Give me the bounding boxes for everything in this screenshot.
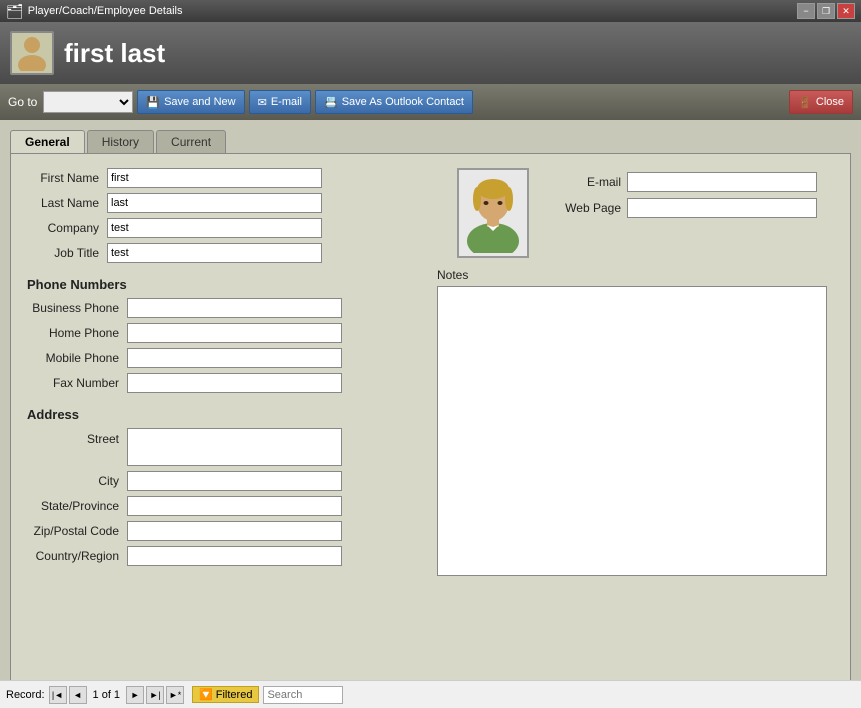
country-row: Country/Region — [27, 546, 427, 566]
home-phone-input[interactable] — [127, 323, 342, 343]
toolbar: Go to 💾 Save and New ✉ E-mail 📇 Save As … — [0, 84, 861, 120]
country-label: Country/Region — [27, 549, 127, 563]
country-input[interactable] — [127, 546, 342, 566]
close-button[interactable]: 🚪 Close — [789, 90, 853, 114]
zip-row: Zip/Postal Code — [27, 521, 427, 541]
new-record-button[interactable]: ►* — [166, 686, 184, 704]
right-column: E-mail Web Page Notes — [427, 168, 834, 579]
tab-bar: General History Current — [10, 130, 851, 153]
street-label: Street — [27, 428, 127, 446]
web-page-row: Web Page — [557, 198, 817, 218]
avatar-image — [463, 173, 523, 253]
main-content: General History Current First Name Last … — [0, 120, 861, 700]
filter-icon: 🔽 — [199, 688, 213, 701]
outlook-icon: 📇 — [324, 96, 338, 109]
close-label: Close — [816, 96, 844, 108]
email-label: E-mail — [557, 175, 627, 189]
header-icon — [10, 31, 54, 75]
first-record-button[interactable]: |◄ — [49, 686, 67, 704]
street-input[interactable] — [127, 428, 342, 466]
prev-record-button[interactable]: ◄ — [69, 686, 87, 704]
business-phone-row: Business Phone — [27, 298, 427, 318]
filtered-label: Filtered — [216, 689, 253, 701]
mobile-phone-input[interactable] — [127, 348, 342, 368]
phone-numbers-header: Phone Numbers — [27, 277, 427, 292]
next-record-button[interactable]: ► — [126, 686, 144, 704]
state-row: State/Province — [27, 496, 427, 516]
job-title-row: Job Title — [27, 243, 427, 263]
save-new-button[interactable]: 💾 Save and New — [137, 90, 244, 114]
last-name-label: Last Name — [27, 196, 107, 210]
mobile-phone-label: Mobile Phone — [27, 351, 127, 365]
fax-number-label: Fax Number — [27, 376, 127, 390]
email-icon: ✉ — [258, 96, 267, 109]
header-bar: first last — [0, 22, 861, 84]
email-input[interactable] — [627, 172, 817, 192]
photo-box — [457, 168, 529, 258]
fax-number-input[interactable] — [127, 373, 342, 393]
email-label: E-mail — [271, 96, 302, 108]
email-row: E-mail — [557, 172, 817, 192]
state-input[interactable] — [127, 496, 342, 516]
tab-current[interactable]: Current — [156, 130, 226, 153]
title-bar: 🗂 Player/Coach/Employee Details − ❐ ✕ — [0, 0, 861, 22]
last-name-row: Last Name — [27, 193, 427, 213]
restore-button[interactable]: ❐ — [817, 3, 835, 19]
record-of: 1 of 1 — [93, 689, 121, 701]
form-panel: First Name Last Name Company Job Title P… — [10, 153, 851, 683]
address-header: Address — [27, 407, 427, 422]
close-window-button[interactable]: ✕ — [837, 3, 855, 19]
title-text: Player/Coach/Employee Details — [28, 5, 183, 17]
mobile-phone-row: Mobile Phone — [27, 348, 427, 368]
fax-number-row: Fax Number — [27, 373, 427, 393]
company-label: Company — [27, 221, 107, 235]
window-controls: − ❐ ✕ — [797, 3, 855, 19]
business-phone-input[interactable] — [127, 298, 342, 318]
goto-label: Go to — [8, 95, 37, 109]
email-button[interactable]: ✉ E-mail — [249, 90, 311, 114]
header-name: first last — [64, 38, 165, 69]
state-label: State/Province — [27, 499, 127, 513]
street-row: Street — [27, 428, 427, 466]
company-row: Company — [27, 218, 427, 238]
minimize-button[interactable]: − — [797, 3, 815, 19]
record-nav: |◄ ◄ 1 of 1 ► ►| ►* — [49, 686, 185, 704]
job-title-label: Job Title — [27, 246, 107, 260]
tab-history[interactable]: History — [87, 130, 154, 153]
home-phone-label: Home Phone — [27, 326, 127, 340]
city-row: City — [27, 471, 427, 491]
city-input[interactable] — [127, 471, 342, 491]
left-column: First Name Last Name Company Job Title P… — [27, 168, 427, 579]
city-label: City — [27, 474, 127, 488]
app-icon: 🗂 — [6, 3, 24, 20]
web-page-label: Web Page — [557, 201, 627, 215]
status-bar: Record: |◄ ◄ 1 of 1 ► ►| ►* 🔽 Filtered — [0, 680, 861, 708]
web-page-input[interactable] — [627, 198, 817, 218]
search-input[interactable] — [263, 686, 343, 704]
notes-textarea[interactable] — [437, 286, 827, 576]
last-record-button[interactable]: ►| — [146, 686, 164, 704]
business-phone-label: Business Phone — [27, 301, 127, 315]
save-outlook-label: Save As Outlook Contact — [342, 96, 464, 108]
home-phone-row: Home Phone — [27, 323, 427, 343]
first-name-input[interactable] — [107, 168, 322, 188]
last-name-input[interactable] — [107, 193, 322, 213]
notes-label: Notes — [437, 268, 834, 282]
notes-section: Notes — [437, 268, 834, 579]
first-name-row: First Name — [27, 168, 427, 188]
zip-label: Zip/Postal Code — [27, 524, 127, 538]
goto-select[interactable] — [43, 91, 133, 113]
job-title-input[interactable] — [107, 243, 322, 263]
zip-input[interactable] — [127, 521, 342, 541]
save-new-label: Save and New — [164, 96, 236, 108]
company-input[interactable] — [107, 218, 322, 238]
close-icon: 🚪 — [798, 96, 812, 109]
record-label: Record: — [6, 689, 45, 701]
first-name-label: First Name — [27, 171, 107, 185]
save-outlook-button[interactable]: 📇 Save As Outlook Contact — [315, 90, 473, 114]
filtered-badge: 🔽 Filtered — [192, 686, 259, 703]
tab-general[interactable]: General — [10, 130, 85, 153]
save-new-icon: 💾 — [146, 96, 160, 109]
